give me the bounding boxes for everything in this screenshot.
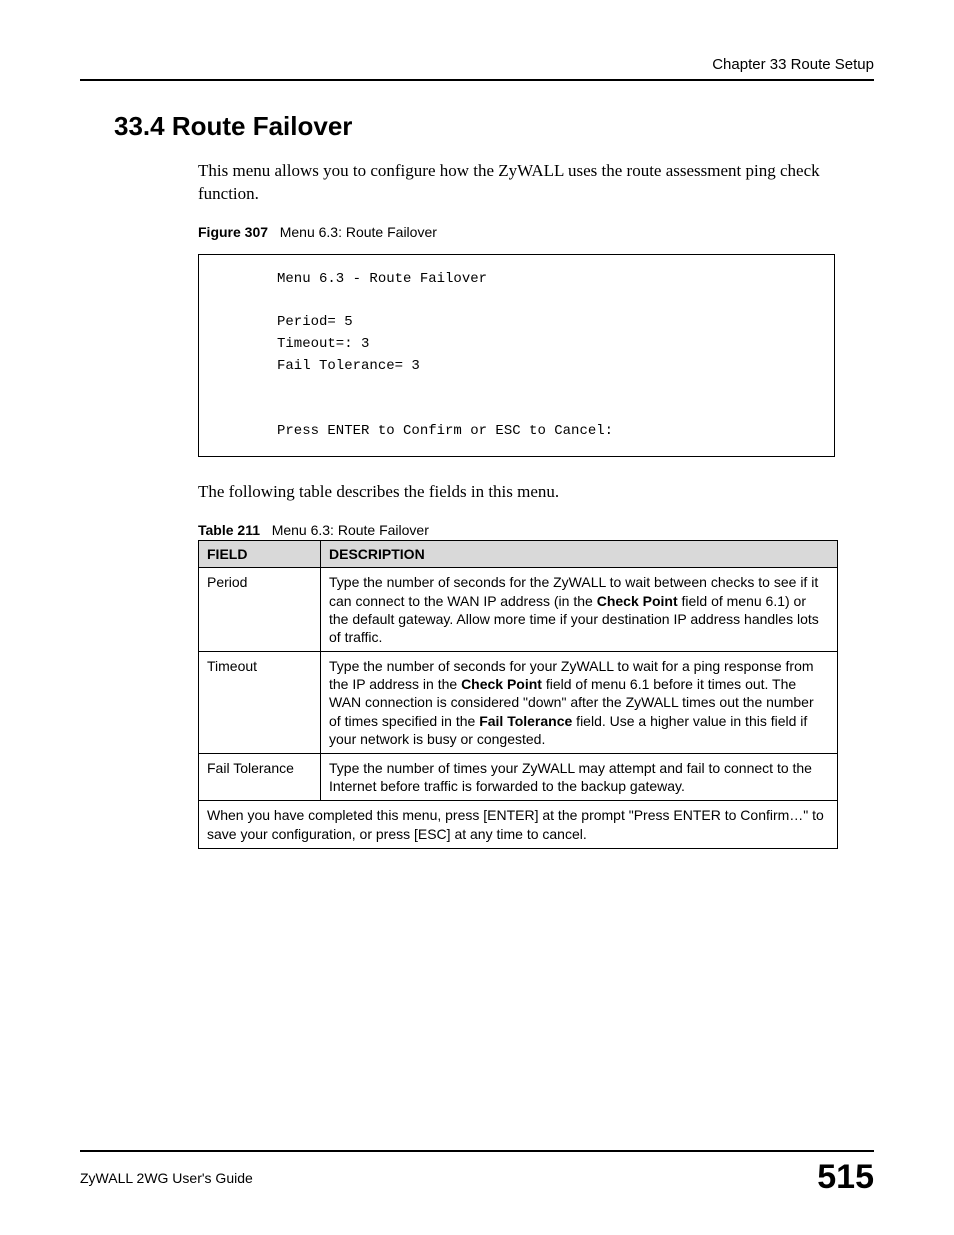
table-row: Timeout Type the number of seconds for y…	[199, 652, 838, 754]
figure-label: Figure 307	[198, 224, 268, 240]
cell-description: Type the number of times your ZyWALL may…	[321, 754, 838, 801]
cell-field: Fail Tolerance	[199, 754, 321, 801]
desc-bold: Check Point	[597, 593, 678, 609]
table-row: Fail Tolerance Type the number of times …	[199, 754, 838, 801]
table-label: Table 211	[198, 522, 260, 538]
cell-description: Type the number of seconds for your ZyWA…	[321, 652, 838, 754]
table-header-row: FIELD DESCRIPTION	[199, 541, 838, 568]
cell-footer: When you have completed this menu, press…	[199, 801, 838, 848]
table-caption-text: Menu 6.3: Route Failover	[272, 522, 429, 538]
desc-bold: Check Point	[461, 676, 542, 692]
cell-field: Period	[199, 568, 321, 652]
page-footer: ZyWALL 2WG User's Guide 515	[80, 1150, 874, 1197]
section-heading: 33.4 Route Failover	[114, 111, 874, 142]
terminal-screenshot: Menu 6.3 - Route Failover Period= 5 Time…	[198, 254, 835, 458]
chapter-header: Chapter 33 Route Setup	[80, 56, 874, 81]
cell-field: Timeout	[199, 652, 321, 754]
figure-caption: Figure 307 Menu 6.3: Route Failover	[198, 224, 874, 240]
header-field: FIELD	[199, 541, 321, 568]
terminal-text: Menu 6.3 - Route Failover Period= 5 Time…	[277, 269, 820, 443]
table-footer-row: When you have completed this menu, press…	[199, 801, 838, 848]
figure-caption-text: Menu 6.3: Route Failover	[280, 224, 437, 240]
table-caption: Table 211 Menu 6.3: Route Failover	[198, 522, 874, 538]
section-intro: This menu allows you to configure how th…	[198, 160, 864, 206]
table-intro: The following table describes the fields…	[198, 481, 864, 504]
desc-bold: Fail Tolerance	[479, 713, 572, 729]
desc-text: Type the number of times your ZyWALL may…	[329, 760, 812, 794]
table-row: Period Type the number of seconds for th…	[199, 568, 838, 652]
field-description-table: FIELD DESCRIPTION Period Type the number…	[198, 540, 838, 848]
header-description: DESCRIPTION	[321, 541, 838, 568]
footer-page-number: 515	[817, 1158, 874, 1197]
footer-guide-name: ZyWALL 2WG User's Guide	[80, 1170, 253, 1186]
cell-description: Type the number of seconds for the ZyWAL…	[321, 568, 838, 652]
